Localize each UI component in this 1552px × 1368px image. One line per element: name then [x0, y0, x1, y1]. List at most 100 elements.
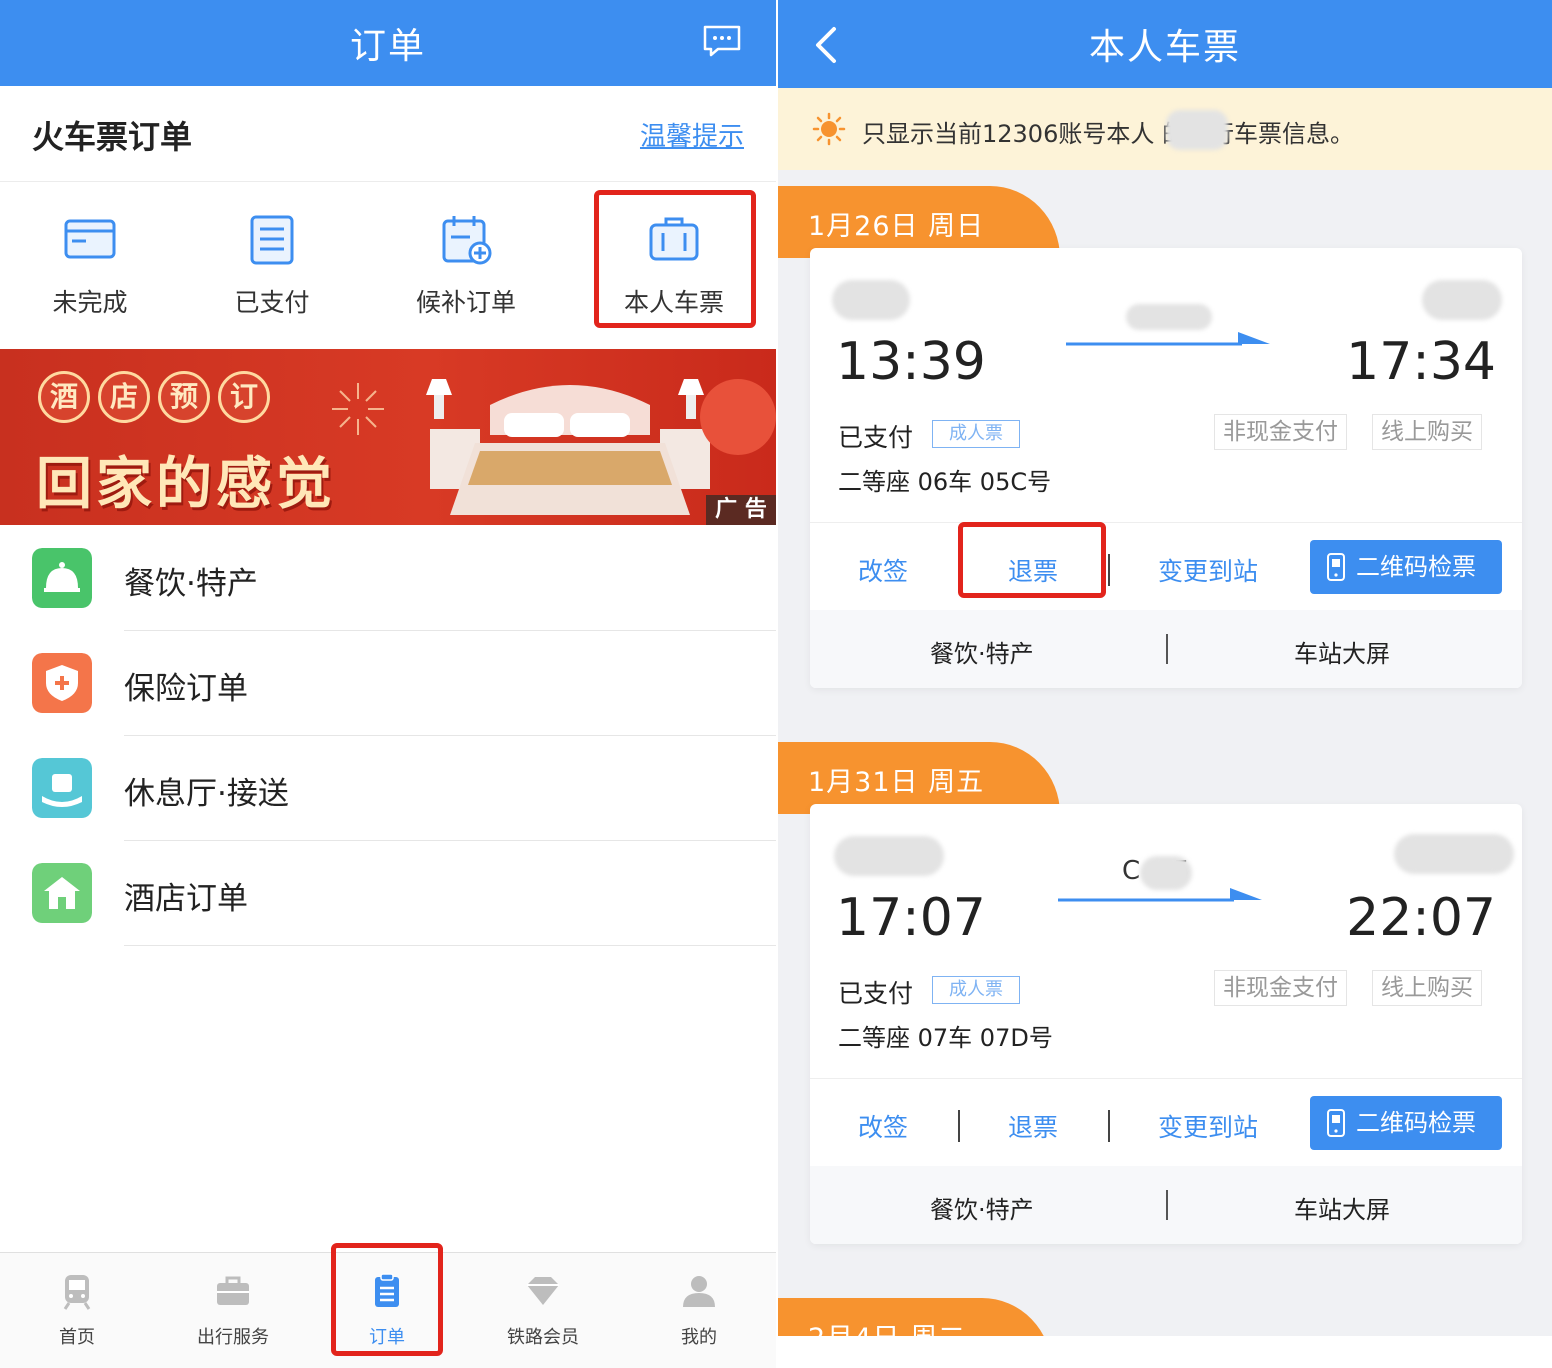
- food-link[interactable]: 餐饮·特产: [930, 1190, 1034, 1225]
- qr-button-label: 二维码检票: [1356, 1109, 1476, 1137]
- lightbulb-icon: [812, 112, 846, 146]
- redacted-train-number: [1126, 304, 1212, 330]
- tab-unfinished[interactable]: 未完成: [0, 183, 180, 348]
- refund-button[interactable]: 退票: [1008, 552, 1058, 588]
- section-title: 火车票订单: [32, 118, 193, 156]
- qr-checkin-button[interactable]: 二维码检票: [1310, 1096, 1502, 1150]
- ticket-date: 1月31日 周五: [808, 767, 985, 798]
- list-item-label: 保险订单: [124, 671, 248, 707]
- tab-label: 本人车票: [623, 288, 724, 317]
- nav-label: 我的: [681, 1327, 717, 1348]
- nav-label: 订单: [369, 1327, 405, 1348]
- orders-screen: 订单 火车票订单 温馨提示 未完成 已支付 候补订单 本人车票 酒 店 预 订 …: [0, 0, 776, 1368]
- tab-label: 已支付: [234, 288, 310, 317]
- payment-method-tag: 非现金支付: [1214, 414, 1347, 450]
- page-title: 订单: [349, 26, 426, 67]
- nav-label: 出行服务: [197, 1327, 269, 1348]
- page-title: 本人车票: [1088, 27, 1241, 68]
- payment-status: 已支付: [838, 423, 914, 452]
- list-item-label: 休息厅·接送: [124, 776, 289, 812]
- route-arrow-icon: [1066, 332, 1270, 346]
- redacted-arrive-station: [1394, 834, 1514, 874]
- list-item-insurance[interactable]: 保险订单: [0, 631, 776, 736]
- service-list: 餐饮·特产 保险订单 休息厅·接送 酒店订单: [0, 526, 776, 946]
- banner-char: 店: [98, 371, 150, 423]
- user-icon: [683, 1276, 715, 1307]
- nav-railway-member[interactable]: 铁路会员: [468, 1253, 618, 1368]
- arrive-time: 22:07: [1346, 888, 1496, 948]
- tab-label: 候补订单: [415, 288, 516, 317]
- station-screen-link[interactable]: 车站大屏: [1294, 634, 1390, 669]
- arrive-time: 17:34: [1346, 332, 1496, 392]
- change-ticket-button[interactable]: 改签: [858, 552, 908, 588]
- ticket-panel[interactable]: C 5 17:07 22:07 已支付 成人票 非现金支付 线上购买 二等座 0…: [810, 804, 1522, 1244]
- ticket-panel[interactable]: 13:39 17:34 已支付 成人票 非现金支付 线上购买 二等座 06车 0…: [810, 248, 1522, 688]
- depart-time: 17:07: [836, 888, 986, 948]
- banner-headline: 回家的感觉: [36, 451, 336, 517]
- lantern-decoration: [700, 379, 776, 455]
- lounge-icon: [32, 758, 92, 818]
- nav-orders[interactable]: 订单: [312, 1253, 462, 1368]
- change-destination-button[interactable]: 变更到站: [1158, 552, 1258, 588]
- nav-travel-services[interactable]: 出行服务: [158, 1253, 308, 1368]
- message-icon[interactable]: [702, 24, 742, 58]
- payment-status: 已支付: [838, 979, 914, 1008]
- account-notice-bar: 只显示当前12306账号本人 的出行车票信息。: [778, 88, 1552, 170]
- list-item-label: 酒店订单: [124, 881, 248, 917]
- ticket-footer: 餐饮·特产 车站大屏: [810, 1166, 1522, 1244]
- ticket-type-badge: 成人票: [932, 976, 1020, 1004]
- back-arrow-icon[interactable]: [814, 26, 838, 64]
- list-item-lounge[interactable]: 休息厅·接送: [0, 736, 776, 841]
- ticket-type-badge: 成人票: [932, 420, 1020, 448]
- change-ticket-button[interactable]: 改签: [858, 1108, 908, 1144]
- suitcase-icon: [649, 217, 699, 261]
- train-icon: [63, 1275, 91, 1310]
- purchase-channel-tag: 线上购买: [1372, 970, 1482, 1006]
- nav-label: 首页: [59, 1327, 95, 1348]
- order-clipboard-icon: [375, 1273, 399, 1307]
- tab-waitlist[interactable]: 候补订单: [376, 183, 556, 348]
- tips-link[interactable]: 温馨提示: [640, 116, 744, 153]
- seat-info: 二等座 07车 07D号: [838, 1024, 1053, 1052]
- station-screen-link[interactable]: 车站大屏: [1294, 1190, 1390, 1225]
- redacted-depart-station: [832, 280, 910, 320]
- ticket-date: 1月26日 周日: [808, 211, 985, 242]
- list-item-hotel[interactable]: 酒店订单: [0, 841, 776, 946]
- banner-char: 订: [218, 371, 270, 423]
- notice-text: 只显示当前12306账号本人 的出行车票信息。: [862, 120, 1354, 148]
- phone-icon: [1327, 1109, 1345, 1137]
- redacted-name: [1166, 110, 1228, 150]
- hotel-icon: [32, 863, 92, 923]
- receipt-icon: [250, 215, 294, 265]
- qr-checkin-button[interactable]: 二维码检票: [1310, 540, 1502, 594]
- my-tickets-screen: 本人车票 只显示当前12306账号本人 的出行车票信息。 1月26日 周日 13…: [778, 0, 1552, 1368]
- ticket-card: 1月31日 周五 C 5 17:07 22:07 已支付 成人票 非现金支付 线…: [778, 742, 1552, 1247]
- train-orders-section-header: 火车票订单 温馨提示: [0, 86, 776, 182]
- order-category-tabs: 未完成 已支付 候补订单 本人车票: [0, 183, 776, 348]
- list-item-label: 餐饮·特产: [124, 566, 258, 602]
- nav-mine[interactable]: 我的: [624, 1253, 774, 1368]
- redacted-arrive-station: [1422, 280, 1502, 320]
- calendar-add-icon: [442, 216, 492, 265]
- my-tickets-header: 本人车票: [778, 0, 1552, 88]
- phone-icon: [1327, 553, 1345, 581]
- purchase-channel-tag: 线上购买: [1372, 414, 1482, 450]
- ticket-card: 1月26日 周日 13:39 17:34 已支付 成人票 非现金支付 线上购买 …: [778, 186, 1552, 691]
- hotel-ad-banner[interactable]: 酒 店 预 订 回家的感觉 广 告: [0, 349, 776, 525]
- food-link[interactable]: 餐饮·特产: [930, 634, 1034, 669]
- list-item-food[interactable]: 餐饮·特产: [0, 526, 776, 631]
- orders-header: 订单: [0, 0, 776, 86]
- seat-info: 二等座 06车 05C号: [838, 468, 1052, 496]
- nav-home[interactable]: 首页: [2, 1253, 152, 1368]
- refund-button[interactable]: 退票: [1008, 1108, 1058, 1144]
- ticket-footer: 餐饮·特产 车站大屏: [810, 610, 1522, 688]
- tab-paid[interactable]: 已支付: [182, 183, 362, 348]
- diamond-icon: [527, 1277, 559, 1305]
- tab-my-tickets[interactable]: 本人车票: [584, 183, 764, 348]
- payment-method-tag: 非现金支付: [1214, 970, 1347, 1006]
- card-icon: [64, 219, 116, 259]
- route-arrow-icon: [1058, 888, 1262, 902]
- shield-plus-icon: [32, 653, 92, 713]
- change-destination-button[interactable]: 变更到站: [1158, 1108, 1258, 1144]
- bottom-navigation: 首页 出行服务 订单 铁路会员 我的: [0, 1252, 776, 1368]
